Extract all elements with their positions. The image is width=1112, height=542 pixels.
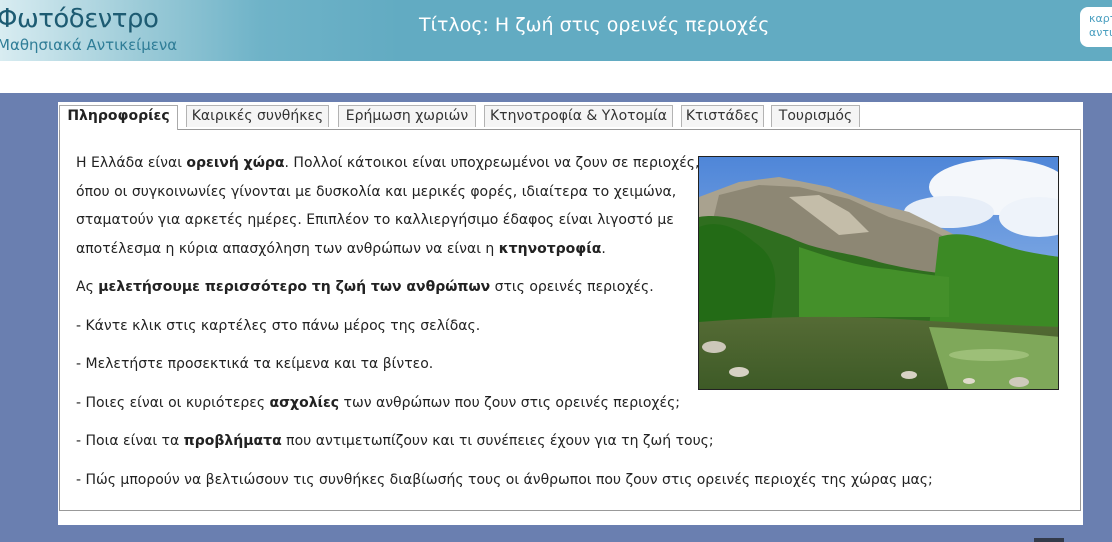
text: που αντιμετωπίζουν και τι συνέπειες έχου… [281, 433, 714, 449]
question-item: - Πώς μπορούν να βελτιώσουν τις συνθήκες… [76, 471, 933, 488]
tab-livestock-logging[interactable]: Κτηνοτροφία & Υλοτομία [484, 105, 673, 127]
text: - Ποιες είναι οι κυριότερες [76, 394, 270, 411]
logo-title[interactable]: Φωτόδεντρο [0, 4, 159, 34]
text: . [601, 240, 606, 257]
header-spacer [0, 61, 1112, 93]
question-item: - Ποια είναι τα προβλήματα που αντιμετωπ… [76, 427, 714, 456]
text: Ας [76, 279, 99, 295]
text: όπου οι συγκοινωνίες γίνονται με δυσκολί… [76, 183, 677, 200]
footer-indicator [1034, 538, 1064, 542]
text-bold: ορεινή χώρα [186, 155, 285, 171]
instruction-item: - Κάντε κλικ στις καρτέλες στο πάνω μέρο… [76, 317, 481, 334]
text: Η Ελλάδα είναι [76, 155, 187, 171]
tab-weather[interactable]: Καιρικές συνθήκες [186, 105, 329, 127]
tab-village-abandonment[interactable]: Ερήμωση χωριών [338, 105, 476, 127]
text: αποτέλεσμα η κύρια απασχόληση των ανθρώπ… [76, 240, 499, 257]
text-bold: μελετήσουμε περισσότερο τη ζωή των ανθρώ… [98, 279, 491, 295]
tab-tourism[interactable]: Τουρισμός [771, 105, 860, 127]
tab-content: Η Ελλάδα είναι ορεινή χώρα. Πολλοί κάτοι… [59, 129, 1081, 511]
text-bold: ασχολίες [269, 394, 340, 411]
site-header: Φωτόδεντρο Μαθησιακά Αντικείμενα Τίτλος:… [0, 0, 1112, 61]
text: των ανθρώπων που ζουν στις ορεινές περιο… [339, 394, 681, 411]
mountain-lake-photo [698, 156, 1059, 390]
text-bold: κτηνοτροφία [498, 240, 602, 257]
tab-builders[interactable]: Κτιστάδες [681, 105, 764, 127]
instruction-item: - Μελετήστε προσεκτικά τα κείμενα και τα… [76, 356, 434, 372]
info-text: Η Ελλάδα είναι ορεινή χώρα. Πολλοί κάτοι… [76, 149, 933, 494]
study-paragraph: Ας μελετήσουμε περισσότερο τη ζωή των αν… [76, 273, 701, 302]
text: στις ορεινές περιοχές. [490, 279, 654, 295]
corner-info-line2: αντι [1089, 26, 1112, 39]
intro-paragraph: Η Ελλάδα είναι ορεινή χώρα. Πολλοί κάτοι… [76, 149, 701, 263]
text: - Ποια είναι τα [76, 433, 184, 449]
text: . Πολλοί κάτοικοι είναι υποχρεωμένοι να … [284, 155, 700, 171]
page-title: Τίτλος: Η ζωή στις ορεινές περιοχές [419, 14, 770, 36]
tab-info[interactable]: Πληροφορίες [59, 105, 178, 130]
logo-subtitle: Μαθησιακά Αντικείμενα [0, 36, 178, 54]
corner-info-button[interactable]: καρτ αντι [1080, 7, 1112, 47]
text: σταματούν για αρκετές ημέρες. Επιπλέον τ… [76, 212, 674, 228]
main-panel: Πληροφορίες Καιρικές συνθήκες Ερήμωση χω… [58, 102, 1083, 525]
corner-info-line1: καρτ [1089, 12, 1112, 25]
question-item: - Ποιες είναι οι κυριότερες ασχολίες των… [76, 389, 701, 418]
text-bold: προβλήματα [183, 433, 282, 449]
